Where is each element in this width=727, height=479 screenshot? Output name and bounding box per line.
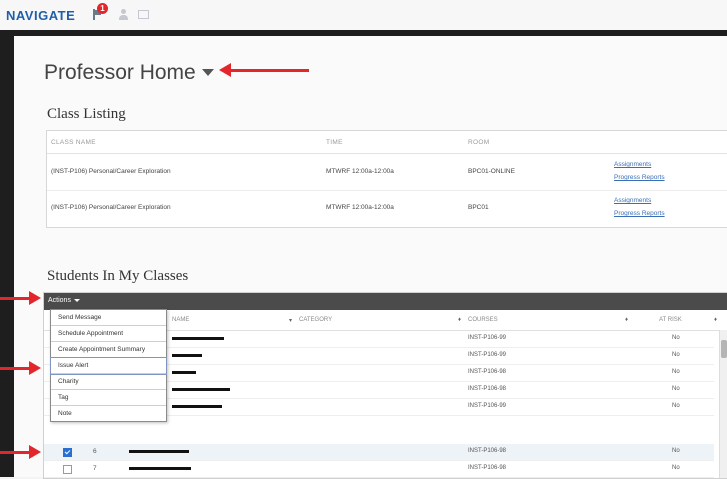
at-risk-cell: No	[672, 403, 680, 409]
assignments-link[interactable]: Assignments	[614, 197, 651, 204]
menu-item-charity[interactable]: Charity	[51, 374, 166, 390]
class-time: MTWRF 12:00a-12:00a	[326, 204, 394, 211]
at-risk-cell: No	[672, 465, 680, 471]
grid-scrollbar[interactable]	[719, 330, 727, 478]
redacted-name	[172, 405, 222, 408]
class-row: (INST-P106) Personal/Career Exploration …	[47, 154, 727, 191]
row-checkbox-checked[interactable]	[63, 448, 72, 457]
row-checkbox[interactable]	[63, 465, 72, 474]
redacted-name	[172, 371, 196, 374]
menu-item-create-appointment-summary[interactable]: Create Appointment Summary	[51, 342, 166, 358]
notification-badge: 1	[97, 3, 108, 14]
column-header-at-risk[interactable]: AT RISK	[659, 317, 682, 323]
course-cell: INST-P106-98	[468, 386, 507, 392]
menu-item-send-message[interactable]: Send Message	[51, 310, 166, 326]
person-icon[interactable]	[118, 9, 130, 20]
course-cell: INST-P106-99	[468, 352, 507, 358]
redacted-name	[172, 354, 202, 357]
sort-icon[interactable]: ♦	[714, 317, 717, 323]
class-listing-heading: Class Listing	[47, 106, 126, 122]
at-risk-cell: No	[672, 335, 680, 341]
at-risk-cell: No	[672, 352, 680, 358]
at-risk-cell: No	[672, 386, 680, 392]
class-room: BPC01	[468, 204, 489, 211]
chevron-down-icon	[73, 298, 80, 302]
class-name: (INST-P106) Personal/Career Exploration	[51, 204, 171, 211]
calendar-icon[interactable]	[138, 10, 149, 19]
students-heading: Students In My Classes	[47, 268, 189, 284]
at-risk-cell: No	[672, 448, 680, 454]
column-header-name[interactable]: NAME	[172, 317, 189, 323]
redacted-name	[172, 388, 230, 391]
callout-arrow-title	[219, 63, 309, 77]
class-name: (INST-P106) Personal/Career Exploration	[51, 168, 171, 175]
redacted-name	[129, 467, 191, 470]
redacted-name	[129, 450, 189, 453]
at-risk-cell: No	[672, 369, 680, 375]
progress-reports-link[interactable]: Progress Reports	[614, 174, 665, 181]
column-header-category[interactable]: CATEGORY	[299, 317, 332, 323]
menu-item-note[interactable]: Note	[51, 406, 166, 421]
assignments-link[interactable]: Assignments	[614, 161, 651, 168]
course-cell: INST-P106-99	[468, 335, 507, 341]
course-cell: INST-P106-99	[468, 403, 507, 409]
page-title: Professor Home	[44, 61, 196, 84]
sort-icon[interactable]: ▾	[289, 317, 292, 324]
course-cell: INST-P106-98	[468, 369, 507, 375]
class-listing-table: CLASS NAME TIME ROOM (INST-P106) Persona…	[46, 130, 727, 228]
row-number: 7	[93, 465, 97, 472]
title-dropdown-caret-icon[interactable]	[202, 69, 214, 76]
class-room: BPC01-ONLINE	[468, 168, 515, 175]
redacted-name	[172, 337, 224, 340]
actions-label: Actions	[48, 297, 71, 304]
column-header-room: ROOM	[468, 139, 490, 146]
sort-icon[interactable]: ♦	[458, 317, 461, 323]
column-header-class-name: CLASS NAME	[51, 139, 96, 146]
sort-icon[interactable]: ♦	[625, 317, 628, 323]
column-header-time: TIME	[326, 139, 343, 146]
menu-item-issue-alert[interactable]: Issue Alert	[50, 357, 167, 375]
class-table-header: CLASS NAME TIME ROOM	[47, 131, 727, 154]
student-row[interactable]: 7 INST-P106-98 No	[44, 461, 714, 478]
course-cell: INST-P106-98	[468, 465, 507, 471]
row-number: 6	[93, 448, 97, 455]
student-row-selected[interactable]: 6 INST-P106-98 No	[44, 444, 714, 461]
top-nav-bar: NAVIGATE 1	[0, 0, 727, 30]
navigate-logo[interactable]: NAVIGATE	[6, 8, 75, 23]
actions-dropdown-menu: Send Message Schedule Appointment Create…	[50, 309, 167, 422]
class-time: MTWRF 12:00a-12:00a	[326, 168, 394, 175]
column-header-courses[interactable]: COURSES	[468, 317, 498, 323]
course-cell: INST-P106-98	[468, 448, 507, 454]
grid-toolbar: Actions	[44, 293, 727, 310]
menu-item-tag[interactable]: Tag	[51, 390, 166, 406]
actions-button[interactable]: Actions	[48, 297, 80, 304]
callout-arrow-checkbox	[0, 445, 41, 459]
menu-item-schedule-appointment[interactable]: Schedule Appointment	[51, 326, 166, 342]
scrollbar-thumb[interactable]	[721, 340, 727, 358]
callout-arrow-actions	[0, 291, 41, 305]
class-row: (INST-P106) Personal/Career Exploration …	[47, 190, 727, 226]
callout-arrow-issue-alert	[0, 361, 41, 375]
progress-reports-link[interactable]: Progress Reports	[614, 210, 665, 217]
